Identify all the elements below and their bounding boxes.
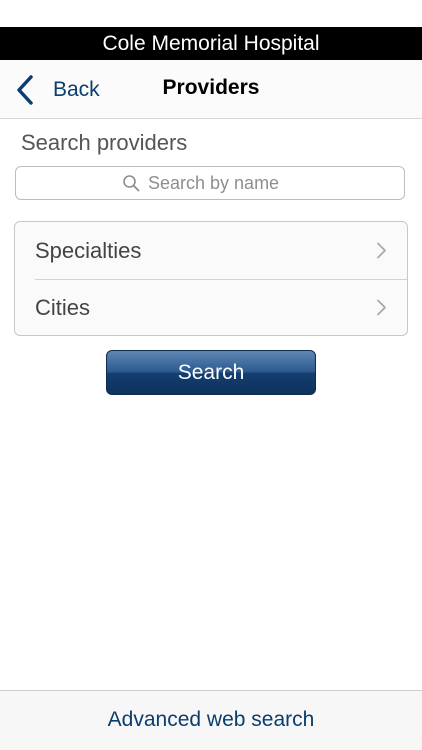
app-title-bar: Cole Memorial Hospital xyxy=(0,27,422,60)
filter-row-specialties[interactable]: Specialties xyxy=(15,222,407,279)
search-button[interactable]: Search xyxy=(106,350,316,395)
bottom-toolbar: Advanced web search xyxy=(0,690,422,750)
chevron-right-icon xyxy=(377,242,386,259)
navigation-bar: Back Providers xyxy=(0,60,422,119)
status-bar-area xyxy=(0,0,422,27)
filter-row-label: Specialties xyxy=(35,237,142,263)
search-icon xyxy=(123,175,140,192)
filter-row-cities[interactable]: Cities xyxy=(15,279,407,335)
search-input[interactable] xyxy=(148,172,298,194)
filter-list: Specialties Cities xyxy=(14,221,408,336)
advanced-web-search-link[interactable]: Advanced web search xyxy=(108,708,315,732)
chevron-right-icon xyxy=(377,299,386,316)
app-title: Cole Memorial Hospital xyxy=(102,32,320,55)
search-section-label: Search providers xyxy=(21,130,188,155)
search-field[interactable] xyxy=(15,166,405,200)
page-title: Providers xyxy=(162,76,260,99)
filter-row-label: Cities xyxy=(35,294,91,320)
